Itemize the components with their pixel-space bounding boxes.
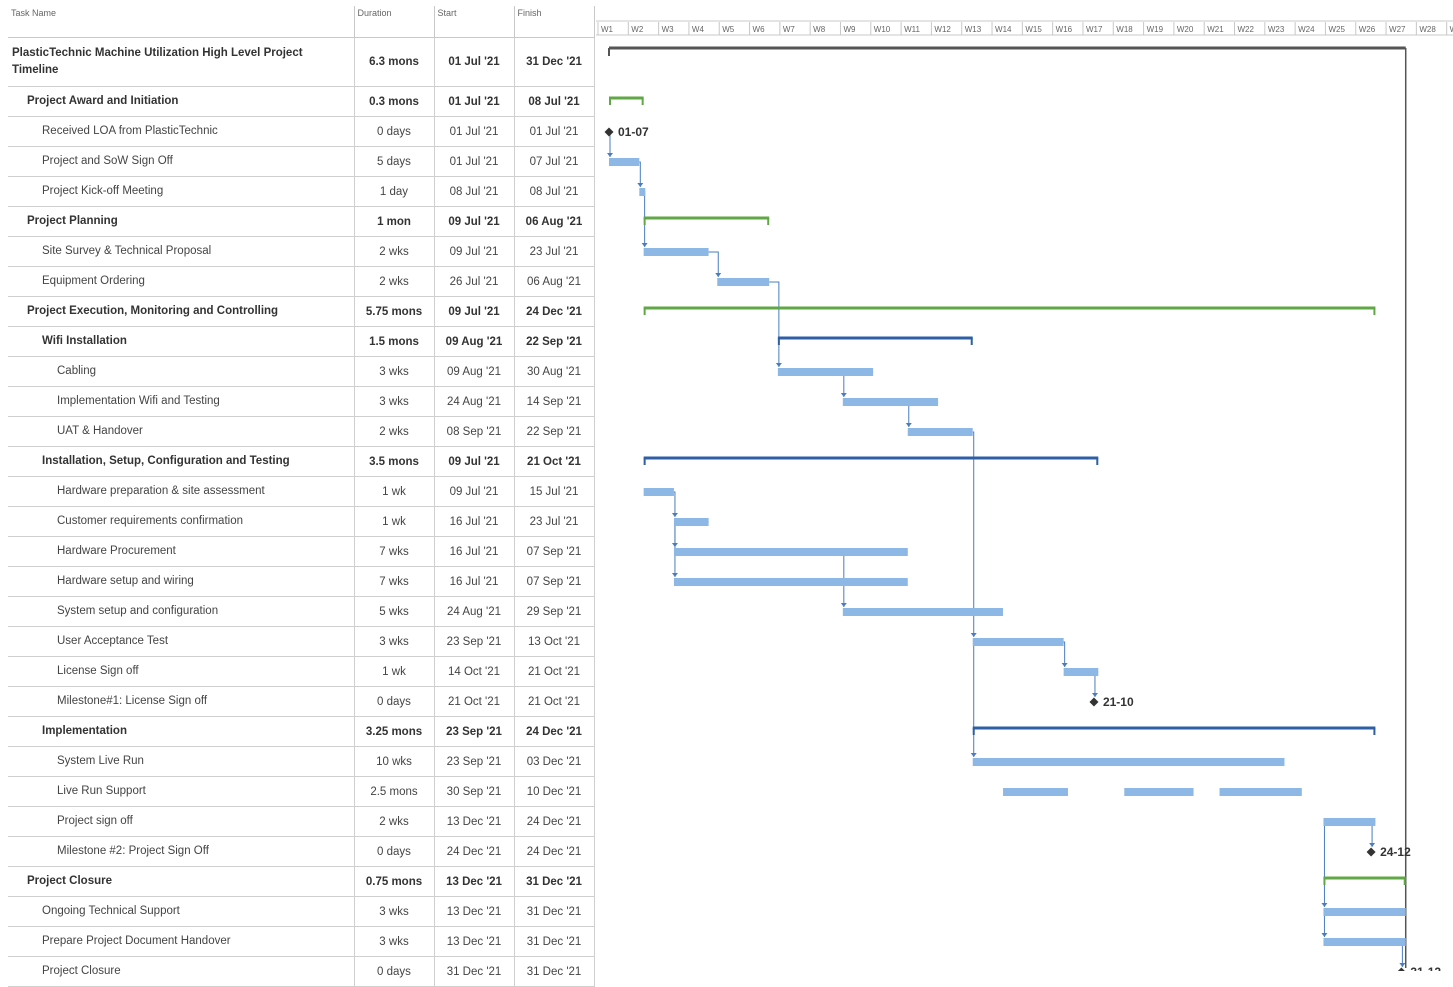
dependency-arrow bbox=[637, 183, 644, 187]
task-bar-segment bbox=[1219, 788, 1302, 796]
timescale-label: W10 bbox=[874, 25, 891, 34]
milestone-label: 01-07 bbox=[618, 125, 649, 139]
dependency-arrow bbox=[1369, 843, 1376, 847]
timescale-label: W16 bbox=[1056, 25, 1073, 34]
milestone-label: 21-10 bbox=[1103, 695, 1134, 709]
timescale-label: W1 bbox=[601, 25, 614, 34]
dependency-arrow bbox=[1091, 693, 1098, 697]
timescale-label: W17 bbox=[1086, 25, 1103, 34]
timescale-label: W18 bbox=[1116, 25, 1133, 34]
dependency-link bbox=[1323, 821, 1376, 907]
task-bar-segment bbox=[1124, 788, 1194, 796]
dependency-arrow bbox=[840, 603, 847, 607]
task-bar bbox=[1323, 938, 1406, 946]
task-bar bbox=[643, 488, 674, 496]
timescale-label: W25 bbox=[1328, 25, 1345, 34]
dependency-arrow bbox=[775, 363, 782, 367]
dependency-arrow bbox=[905, 423, 912, 427]
timescale-label: W11 bbox=[904, 25, 920, 34]
timescale-label: W14 bbox=[995, 25, 1012, 34]
timescale-label: W22 bbox=[1238, 25, 1255, 34]
timescale-label: W23 bbox=[1268, 25, 1285, 34]
dependency-link bbox=[973, 641, 1064, 757]
task-bar bbox=[777, 368, 874, 376]
timescale-label: W21 bbox=[1207, 25, 1224, 34]
timescale-label: W7 bbox=[783, 25, 796, 34]
task-bar bbox=[972, 638, 1064, 646]
timescale-label: W3 bbox=[662, 25, 675, 34]
dependency-link bbox=[972, 431, 975, 637]
timescale-label: W9 bbox=[843, 25, 856, 34]
dependency-link bbox=[769, 281, 780, 367]
task-bar bbox=[717, 278, 770, 286]
task-bar bbox=[972, 758, 1285, 766]
dependency-arrow bbox=[1321, 903, 1328, 907]
task-bar-segment bbox=[1003, 788, 1068, 796]
dependency-arrow bbox=[715, 273, 722, 277]
task-bar bbox=[673, 578, 908, 586]
task-bar bbox=[643, 248, 709, 256]
task-bar bbox=[842, 398, 939, 406]
dependency-arrow bbox=[840, 393, 847, 397]
timescale-label: W27 bbox=[1389, 25, 1406, 34]
timescale-label: W28 bbox=[1419, 25, 1436, 34]
timescale-label: W20 bbox=[1177, 25, 1194, 34]
dependency-arrow bbox=[1399, 963, 1406, 967]
milestone-diamond bbox=[1397, 967, 1405, 971]
task-bar bbox=[673, 518, 709, 526]
timescale-label: W12 bbox=[934, 25, 951, 34]
dependency-arrow bbox=[1321, 933, 1328, 937]
dependency-arrow bbox=[607, 153, 613, 157]
task-bar bbox=[907, 428, 973, 436]
milestone-label: 31-12 bbox=[1410, 965, 1441, 971]
timescale-label: W2 bbox=[631, 25, 644, 34]
task-bar bbox=[609, 158, 640, 166]
timescale-label: W4 bbox=[692, 25, 705, 34]
dependency-arrow bbox=[970, 633, 977, 637]
milestone-diamond bbox=[604, 127, 614, 137]
milestone-diamond bbox=[1089, 697, 1099, 707]
dependency-arrow bbox=[671, 573, 678, 577]
timescale-label: W19 bbox=[1147, 25, 1164, 34]
gantt-chart: W1 W2 W3 W4 W5 W6 W7 W8 W9 W10 W11 W12 W13 W14 W15 W16 W… bbox=[596, 20, 1453, 971]
task-bar bbox=[639, 188, 646, 196]
timescale-label: W5 bbox=[722, 25, 735, 34]
timescale-label: W26 bbox=[1359, 25, 1376, 34]
dependency-arrow bbox=[1061, 663, 1068, 667]
timescale-label: W24 bbox=[1298, 25, 1315, 34]
task-bar bbox=[673, 548, 908, 556]
task-bar bbox=[1323, 818, 1376, 826]
milestone-label: 24-12 bbox=[1380, 845, 1411, 859]
task-bar bbox=[1063, 668, 1099, 676]
timescale-label: W8 bbox=[813, 25, 826, 34]
dependency-arrow bbox=[671, 513, 678, 517]
timescale-label: W6 bbox=[753, 25, 766, 34]
milestone-diamond bbox=[1366, 847, 1376, 857]
dependency-arrow bbox=[970, 753, 977, 757]
timescale-label: W15 bbox=[1025, 25, 1042, 34]
task-bar bbox=[842, 608, 1004, 616]
dependency-arrow bbox=[641, 243, 648, 247]
task-bar bbox=[1323, 908, 1406, 916]
timescale-label: W13 bbox=[965, 25, 982, 34]
